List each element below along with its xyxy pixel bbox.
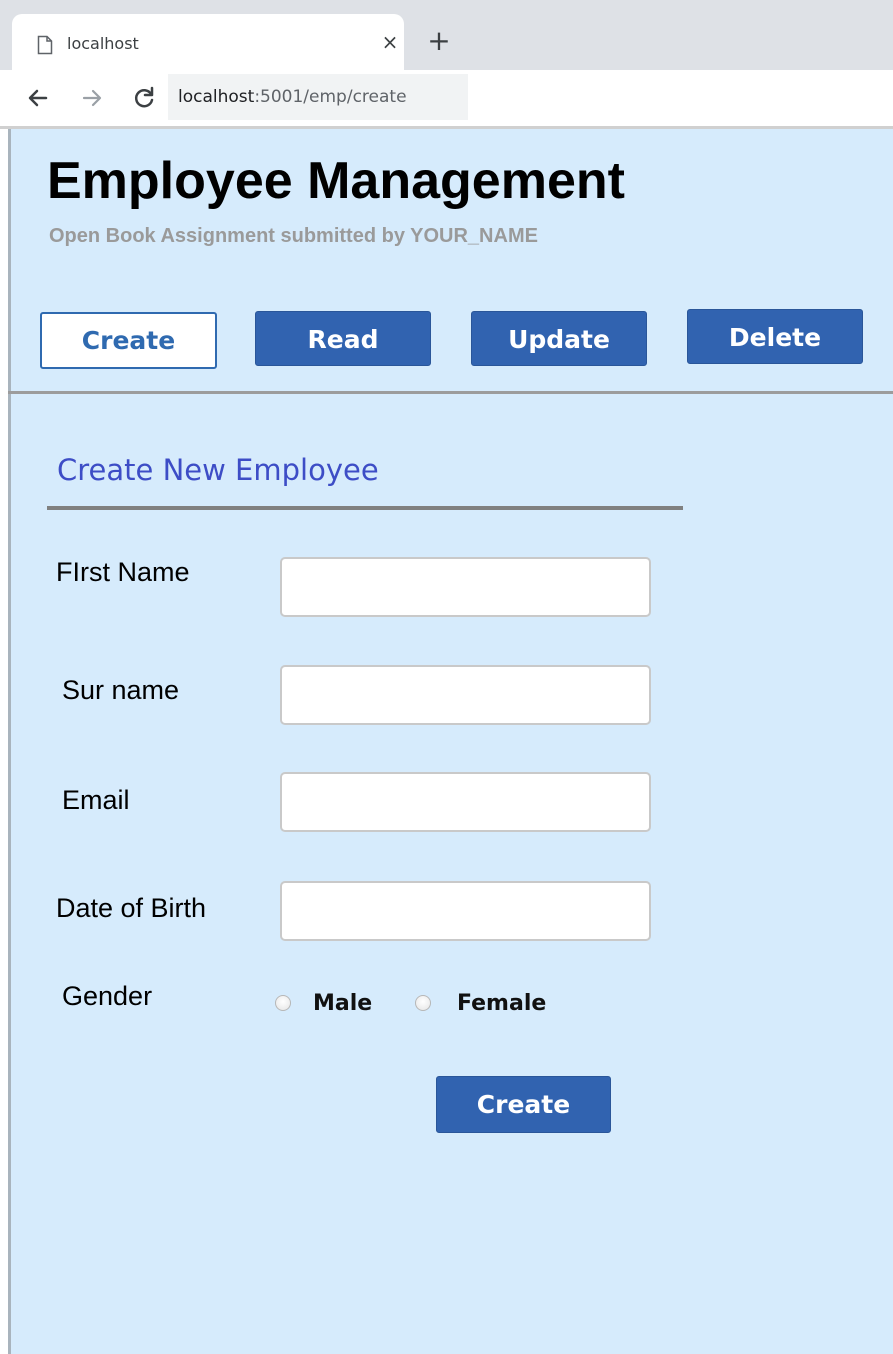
email-label: Email: [62, 785, 130, 815]
first-name-input[interactable]: [280, 557, 651, 617]
header-divider: [8, 391, 893, 394]
surname-label: Sur name: [62, 675, 180, 705]
close-icon[interactable]: ×: [378, 30, 402, 54]
gender-male-label[interactable]: Male: [313, 991, 372, 1016]
tab-title: localhost: [67, 34, 139, 53]
browser-tab[interactable]: localhost ×: [12, 14, 404, 70]
back-arrow-icon[interactable]: [24, 84, 52, 112]
url-path: :5001/emp/create: [254, 87, 407, 107]
page-content: Employee Management Open Book Assignment…: [8, 129, 893, 1354]
page-subtitle: Open Book Assignment submitted by YOUR_N…: [49, 225, 538, 247]
nav-delete-button[interactable]: Delete: [687, 309, 863, 364]
page-title: Employee Management: [47, 152, 625, 210]
form-title-underline: [47, 506, 683, 510]
first-name-label: FIrst Name: [56, 557, 190, 587]
nav-update-button[interactable]: Update: [471, 311, 647, 366]
new-tab-icon[interactable]: +: [424, 26, 454, 56]
page-icon: [37, 35, 53, 55]
address-bar[interactable]: localhost:5001/emp/create: [168, 74, 468, 120]
reload-icon[interactable]: [130, 84, 158, 112]
forward-arrow-icon[interactable]: [78, 84, 106, 112]
gender-label: Gender: [62, 981, 153, 1011]
date-of-birth-label: Date of Birth: [56, 893, 207, 923]
create-submit-button[interactable]: Create: [436, 1076, 611, 1133]
nav-read-button[interactable]: Read: [255, 311, 431, 366]
form-title: Create New Employee: [57, 453, 379, 487]
url-host: localhost:5001/emp/create: [178, 87, 407, 107]
browser-toolbar: localhost:5001/emp/create: [0, 70, 893, 129]
gender-female-label[interactable]: Female: [457, 991, 546, 1016]
gender-female-radio[interactable]: [415, 995, 431, 1011]
browser-tab-strip: localhost × +: [0, 0, 893, 70]
surname-input[interactable]: [280, 665, 651, 725]
email-input[interactable]: [280, 772, 651, 832]
date-of-birth-input[interactable]: [280, 881, 651, 941]
nav-create-button[interactable]: Create: [40, 312, 217, 369]
gender-male-radio[interactable]: [275, 995, 291, 1011]
